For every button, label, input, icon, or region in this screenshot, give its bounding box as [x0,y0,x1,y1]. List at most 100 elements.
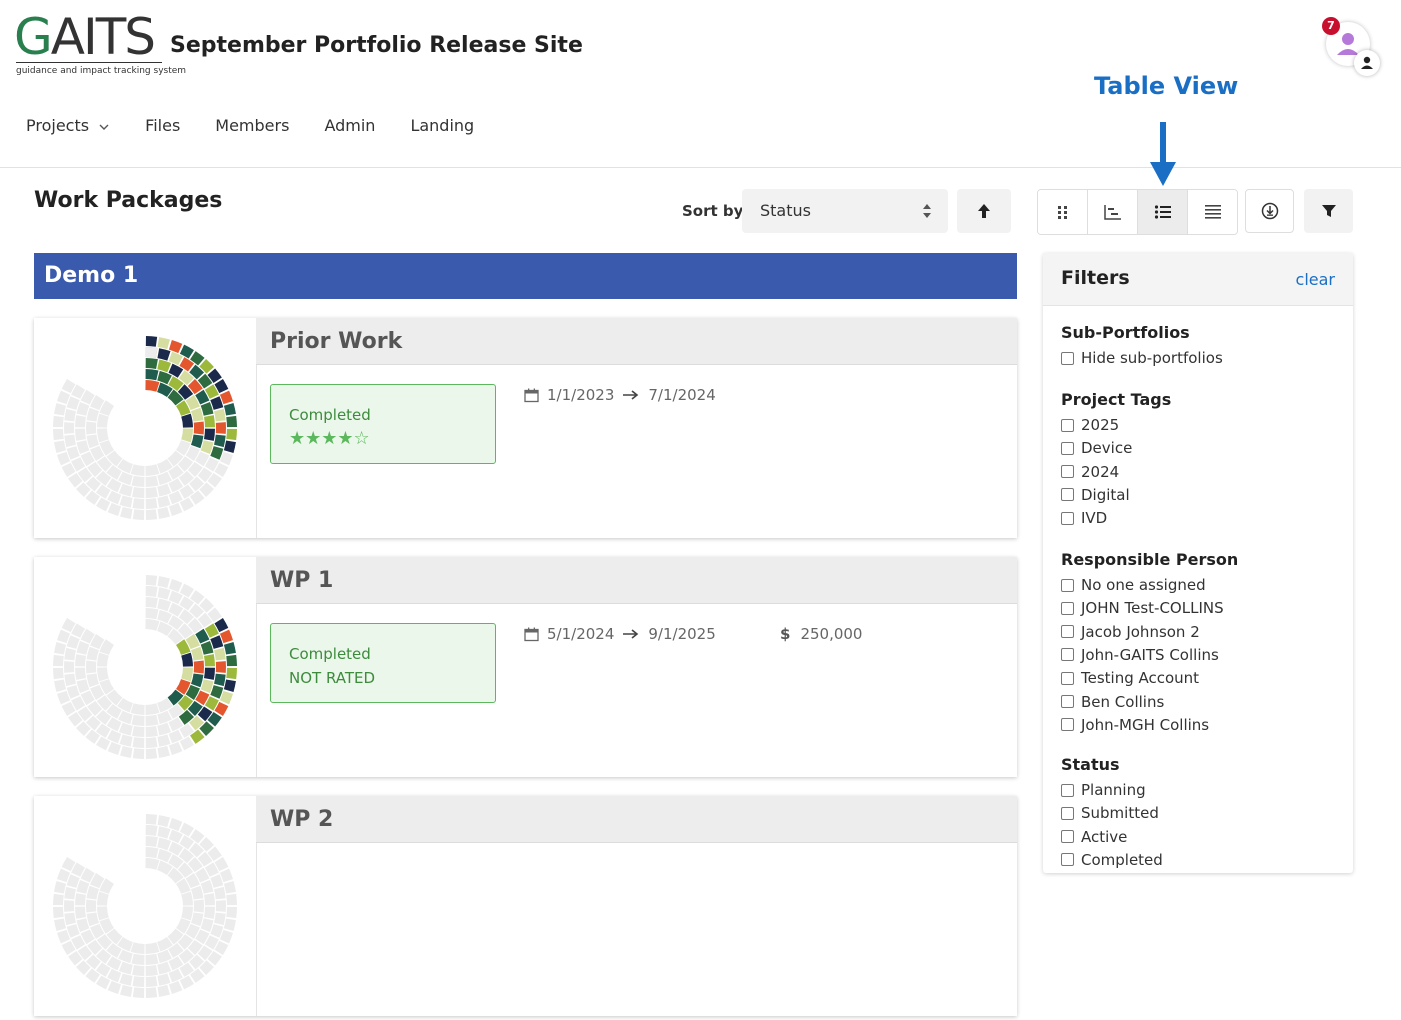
filter-option[interactable]: JOHN Test-COLLINS [1061,599,1224,617]
sunburst-segment [69,649,71,660]
filter-checkbox[interactable] [1061,672,1074,685]
filter-checkbox[interactable] [1061,718,1074,731]
clear-filters-link[interactable]: clear [1296,270,1335,289]
sort-direction-button[interactable] [957,189,1011,233]
filter-toggle-button[interactable] [1304,189,1353,233]
filter-checkbox[interactable] [1061,648,1074,661]
sunburst-segment [121,751,131,753]
filter-checkbox[interactable] [1061,807,1074,820]
work-package-title[interactable]: WP 2 [256,796,1017,843]
sunburst-segment [215,398,219,408]
sunburst-diagram [34,318,256,538]
filter-checkbox[interactable] [1061,625,1074,638]
sunburst-segment [170,584,180,588]
sort-select[interactable]: Status [742,189,948,233]
filter-option[interactable]: Device [1061,439,1132,457]
filter-checkbox[interactable] [1061,830,1074,843]
dollar-icon: $ [780,625,790,643]
sunburst-segment [159,615,170,619]
sunburst-segment [110,708,120,715]
filter-option[interactable]: Planning [1061,781,1146,799]
filter-checkbox[interactable] [1061,579,1074,592]
sunburst-segment [180,642,186,653]
filter-option[interactable]: John-GAITS Collins [1061,646,1219,664]
sunburst-segment [199,693,204,703]
sunburst-segment [76,459,81,469]
sunburst-segment [146,602,157,603]
filter-option[interactable]: Active [1061,828,1127,846]
filter-option[interactable]: 2024 [1061,463,1119,481]
select-caret-icon [922,203,932,219]
sunburst-segment [171,368,181,373]
filter-option-label: Ben Collins [1081,693,1164,711]
filter-checkbox[interactable] [1061,695,1074,708]
group-header[interactable]: Demo 1 [34,253,1017,299]
sunburst-segment [59,919,61,929]
sunburst-segment [180,881,186,892]
sunburst-segment [159,387,170,393]
work-package-title[interactable]: Prior Work [256,318,1017,365]
work-package-card[interactable]: WP 1 Completed NOT RATED 5/1/2024 9/1/20… [34,557,1017,777]
nav-members[interactable]: Members [215,116,289,135]
filter-option[interactable]: 2025 [1061,416,1119,434]
filter-option[interactable]: Digital [1061,486,1130,504]
sunburst-segment [192,847,200,854]
sunburst-segment [146,742,157,743]
sunburst-segment [66,943,71,952]
filter-option-label: 2024 [1081,463,1119,481]
sunburst-segment [231,429,232,440]
filter-option[interactable]: Jacob Johnson 2 [1061,623,1200,641]
filter-checkbox[interactable] [1061,352,1074,365]
sunburst-segment [186,415,188,427]
filter-option[interactable]: Ben Collins [1061,693,1164,711]
filter-checkbox[interactable] [1061,784,1074,797]
filter-checkbox[interactable] [1061,419,1074,432]
sunburst-segment [182,980,191,985]
table-view-button[interactable] [1188,190,1237,234]
sunburst-segment [99,967,108,973]
sunburst-segment [158,488,169,491]
sunburst-segment [146,352,157,353]
nav-projects[interactable]: Projects [26,116,110,135]
arrow-right-icon [622,390,640,400]
filter-option[interactable]: IVD [1061,509,1107,527]
nav-landing[interactable]: Landing [410,116,474,135]
sunburst-segment [182,502,191,507]
work-package-card[interactable]: WP 2 [34,796,1017,1016]
sunburst-segment [182,827,191,832]
filter-checkbox[interactable] [1061,853,1074,866]
sunburst-segment [120,954,131,958]
work-package-title[interactable]: WP 1 [256,557,1017,604]
end-date: 9/1/2025 [648,625,715,643]
filter-checkbox[interactable] [1061,465,1074,478]
filter-checkbox[interactable] [1061,488,1074,501]
filter-option[interactable]: John-MGH Collins [1061,716,1209,734]
nav-admin[interactable]: Admin [324,116,375,135]
sunburst-segment [111,454,120,463]
sunburst-segment [110,495,120,499]
sunburst-segment [209,655,210,666]
download-button[interactable] [1245,189,1294,233]
sunburst-segment [170,345,180,349]
filter-option[interactable]: Testing Account [1061,669,1199,687]
filter-option[interactable]: No one assigned [1061,576,1206,594]
nav-files[interactable]: Files [145,116,180,135]
filter-section-heading: Responsible Person [1061,550,1238,569]
work-package-card[interactable]: Prior Work Completed ★★★★☆ 1/1/2023 7/1/… [34,318,1017,538]
user-avatar-menu[interactable]: 7 [1322,20,1382,80]
sunburst-segment [110,986,120,990]
sunburst-segment [158,820,168,822]
list-view-button[interactable] [1138,190,1188,234]
filter-checkbox[interactable] [1061,442,1074,455]
filter-option[interactable]: Submitted [1061,804,1159,822]
filter-option[interactable]: Completed [1061,851,1163,869]
sunburst-segment [80,416,81,427]
filter-option[interactable]: Hide sub-portfolios [1061,349,1223,367]
gantt-view-button[interactable] [1088,190,1138,234]
filter-checkbox[interactable] [1061,512,1074,525]
sunburst-segment [182,489,191,495]
filters-panel: Filters clear Sub-PortfoliosHide sub-por… [1043,253,1353,873]
filter-checkbox[interactable] [1061,602,1074,615]
sunburst-segment [209,865,214,875]
grid-view-button[interactable] [1038,190,1088,234]
